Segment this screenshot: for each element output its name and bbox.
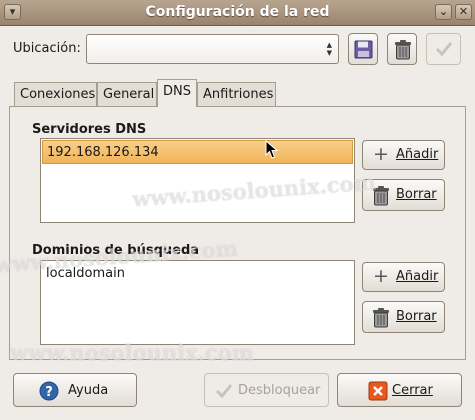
tab-hosts[interactable]: Anfitriones — [197, 82, 276, 106]
help-icon: ? — [39, 381, 59, 401]
help-button[interactable]: ? Ayuda — [13, 373, 137, 407]
plus-icon: + — [373, 143, 389, 165]
trash-icon — [373, 308, 389, 328]
location-combo[interactable]: ▲ ▼ — [86, 34, 339, 64]
checkmark-icon — [215, 384, 233, 399]
delete-location-button[interactable] — [387, 33, 417, 65]
plus-icon: + — [373, 265, 389, 287]
save-location-button[interactable] — [348, 33, 378, 65]
list-item[interactable]: 192.168.126.134 — [42, 140, 353, 164]
window-title: Configuración de la red — [145, 4, 330, 20]
mouse-cursor-icon — [265, 140, 279, 159]
close-icon — [368, 381, 388, 401]
add-dns-server-button[interactable]: + Añadir — [362, 140, 445, 170]
tab-dns[interactable]: DNS — [157, 79, 197, 107]
unlock-label: Desbloquear — [238, 383, 321, 398]
checkmark-icon — [435, 42, 453, 57]
dns-servers-title: Servidores DNS — [32, 122, 147, 137]
close-window-icon[interactable]: ✕ — [455, 4, 472, 20]
apply-location-button[interactable] — [426, 33, 461, 65]
floppy-disk-icon — [354, 40, 373, 59]
unlock-button[interactable]: Desbloquear — [204, 373, 329, 407]
tab-connections[interactable]: Conexiones — [14, 82, 97, 106]
add-domain-button[interactable]: + Añadir — [362, 262, 445, 292]
tab-general[interactable]: General — [97, 82, 157, 106]
close-label: Cerrar — [392, 383, 433, 398]
remove-domain-button[interactable]: Borrar — [362, 301, 445, 333]
spinner-arrows-icon: ▲ ▼ — [326, 41, 332, 57]
search-domains-list[interactable]: localdomain — [40, 260, 355, 345]
location-label: Ubicación: — [13, 41, 81, 56]
svg-text:?: ? — [45, 385, 53, 400]
minimize-icon[interactable]: ⌄ — [435, 4, 452, 20]
trash-icon — [395, 40, 411, 60]
watermark: www.nosolounix.com — [10, 340, 254, 365]
help-label: Ayuda — [68, 383, 109, 398]
close-button[interactable]: Cerrar — [337, 373, 462, 407]
title-bar: ▾ Configuración de la red ⌄ ✕ — [0, 0, 475, 26]
